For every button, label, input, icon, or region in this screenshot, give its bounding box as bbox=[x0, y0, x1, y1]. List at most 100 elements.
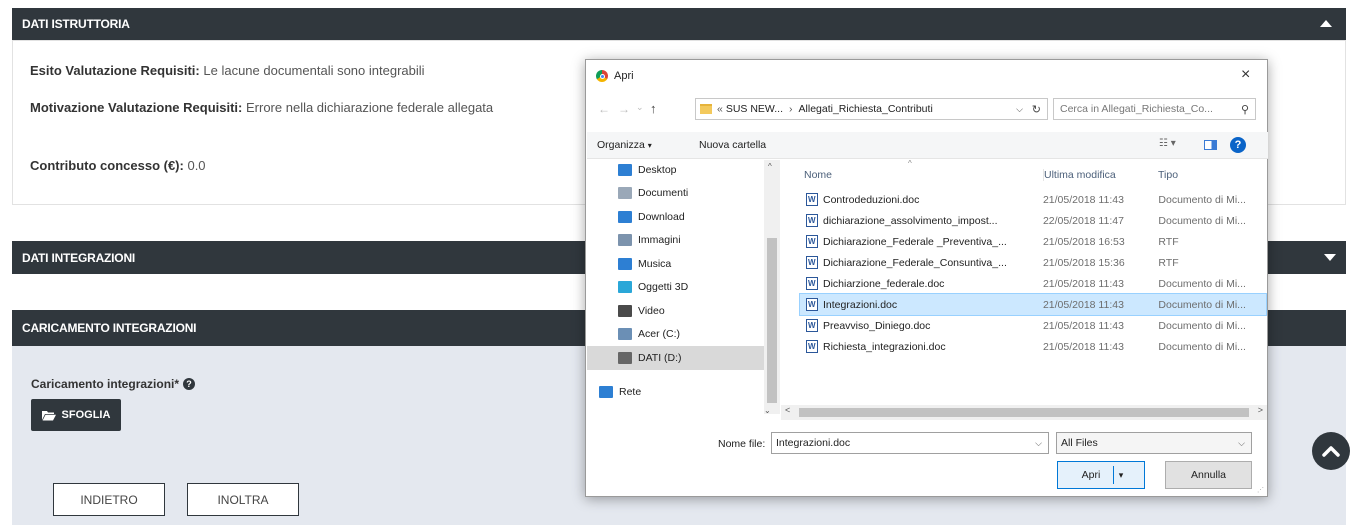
nav-scrollbar[interactable]: ^ bbox=[764, 160, 780, 414]
nav-item[interactable]: Download bbox=[587, 205, 764, 229]
nav-item[interactable]: Video bbox=[587, 299, 764, 323]
file-row[interactable]: Integrazioni.doc 21/05/2018 11:43 Document… bbox=[799, 293, 1267, 316]
file-row[interactable]: Dichiarazione_Federale_Consuntiva_... 21/… bbox=[800, 252, 1266, 273]
file-date: 21/05/2018 15:36 bbox=[1042, 256, 1125, 269]
network-icon bbox=[599, 385, 613, 398]
nav-item[interactable]: Acer (C:) bbox=[587, 323, 764, 347]
new-folder-button[interactable]: Nuova cartella bbox=[699, 139, 766, 151]
help-icon[interactable]: ? bbox=[1230, 137, 1246, 153]
file-type: RTF bbox=[1158, 256, 1179, 269]
collapse-icon[interactable] bbox=[1320, 20, 1332, 27]
help-icon[interactable]: ? bbox=[183, 378, 196, 390]
file-type-filter[interactable]: All Files ⌵ bbox=[1056, 432, 1252, 454]
objects3d-icon bbox=[618, 281, 632, 294]
file-name-cell: Dichiarazione_Federale _Preventiva_... bbox=[800, 235, 1033, 248]
chrome-icon bbox=[596, 70, 608, 82]
address-bar[interactable]: « SUS NEW... › Allegati_Richiesta_Contri… bbox=[695, 98, 1048, 120]
integrazioni-title: DATI INTEGRAZIONI bbox=[22, 250, 136, 265]
word-document-icon bbox=[806, 256, 818, 269]
forward-arrow-icon[interactable]: → bbox=[618, 102, 630, 116]
file-row[interactable]: dichiarazione_assolvimento_impost... 22/0… bbox=[800, 210, 1266, 231]
refresh-icon[interactable]: ↻ bbox=[1032, 103, 1041, 116]
file-row[interactable]: Controdeduzioni.doc 21/05/2018 11:43 Docum… bbox=[800, 189, 1266, 210]
file-name-cell: dichiarazione_assolvimento_impost... bbox=[800, 214, 1033, 227]
preview-pane-icon[interactable] bbox=[1204, 140, 1217, 150]
file-type: Documento di Mi... bbox=[1158, 193, 1246, 206]
file-row[interactable]: Dichiarazione_Federale _Preventiva_... 21… bbox=[800, 231, 1266, 252]
search-icon[interactable]: ⚲ bbox=[1241, 103, 1249, 116]
open-dropdown-icon[interactable]: ▾ bbox=[1113, 466, 1128, 484]
file-row[interactable]: Richiesta_integrazioni.doc 21/05/2018 11:… bbox=[800, 336, 1266, 357]
address-chevron-icon[interactable]: ⌵ bbox=[1016, 104, 1023, 115]
nav-item[interactable]: Rete bbox=[587, 380, 764, 404]
open-file-dialog: Apri × ← → ⌄ ↑ « SUS NEW... › Allegati_R… bbox=[585, 59, 1268, 497]
organize-label: Organizza bbox=[597, 139, 645, 151]
istruttoria-title: DATI ISTRUTTORIA bbox=[22, 17, 130, 31]
nav-item-label: Oggetti 3D bbox=[638, 281, 689, 294]
music-icon bbox=[618, 257, 632, 270]
file-date: 21/05/2018 16:53 bbox=[1042, 235, 1125, 248]
chevron-down-icon[interactable]: ⌵ bbox=[1238, 438, 1245, 449]
recent-chevron-icon[interactable]: ⌄ bbox=[636, 102, 644, 113]
path-part[interactable]: SUS NEW... bbox=[726, 103, 783, 115]
h-scrollbar[interactable]: ⌄ < > bbox=[764, 405, 1267, 420]
nav-item[interactable]: DATI (D:) bbox=[587, 346, 764, 370]
column-name[interactable]: Nome bbox=[804, 169, 832, 181]
upload-label-text: Caricamento integrazioni* bbox=[31, 377, 180, 391]
back-button[interactable]: INDIETRO bbox=[53, 483, 165, 516]
open-label: Apri bbox=[1081, 469, 1101, 481]
file-name: Integrazioni.doc bbox=[823, 298, 898, 311]
file-name: dichiarazione_assolvimento_impost... bbox=[823, 214, 998, 227]
column-modified[interactable]: Ultima modifica bbox=[1043, 169, 1116, 181]
field-label: Motivazione Valutazione Requisiti: bbox=[30, 100, 243, 115]
file-name: Richiesta_integrazioni.doc bbox=[823, 340, 946, 353]
view-options-icon[interactable]: ☷ ▾ bbox=[1159, 138, 1176, 149]
word-document-icon bbox=[806, 319, 818, 332]
file-date: 22/05/2018 11:47 bbox=[1042, 214, 1124, 227]
back-arrow-icon[interactable]: ← bbox=[598, 102, 610, 116]
istruttoria-header[interactable]: DATI ISTRUTTORIA bbox=[12, 8, 1346, 40]
up-arrow-icon[interactable]: ↑ bbox=[650, 101, 657, 116]
scroll-top-button[interactable] bbox=[1312, 432, 1350, 470]
organize-menu[interactable]: Organizza ▾ bbox=[597, 139, 652, 151]
file-type: Documento di Mi... bbox=[1158, 298, 1246, 311]
nav-item-label: Desktop bbox=[638, 163, 677, 176]
file-name: Controdeduzioni.doc bbox=[823, 193, 920, 206]
filename-input[interactable]: Integrazioni.doc ⌵ bbox=[771, 432, 1049, 454]
nav-item[interactable]: Immagini bbox=[587, 229, 764, 253]
file-date: 21/05/2018 11:43 bbox=[1042, 193, 1124, 206]
file-name-cell: Controdeduzioni.doc bbox=[800, 193, 1033, 206]
nav-item[interactable]: Oggetti 3D bbox=[587, 276, 764, 300]
field-value: Errore nella dichiarazione federale alle… bbox=[246, 100, 494, 115]
chevron-down-icon: ▾ bbox=[647, 141, 652, 150]
search-input[interactable]: Cerca in Allegati_Richiesta_Co... ⚲ bbox=[1053, 98, 1256, 120]
search-placeholder: Cerca in Allegati_Richiesta_Co... bbox=[1060, 103, 1213, 115]
browse-label: SFOGLIA bbox=[61, 409, 111, 421]
close-button[interactable]: × bbox=[1241, 66, 1250, 84]
field-value: Le lacune documentali sono integrabili bbox=[203, 63, 425, 78]
nav-item-label: Download bbox=[638, 210, 685, 223]
file-name: Dichiarzione_federale.doc bbox=[823, 277, 945, 290]
file-name-cell: Dichiarazione_Federale_Consuntiva_... bbox=[800, 256, 1033, 269]
video-icon bbox=[618, 304, 632, 317]
pictures-icon bbox=[618, 234, 632, 247]
cancel-button[interactable]: Annulla bbox=[1165, 461, 1252, 489]
nav-item[interactable]: Desktop bbox=[587, 158, 764, 182]
browse-button[interactable]: SFOGLIA bbox=[31, 399, 121, 431]
file-row[interactable]: Preavviso_Diniego.doc 21/05/2018 11:43 Doc… bbox=[800, 315, 1266, 336]
forward-button[interactable]: INOLTRA bbox=[187, 483, 299, 516]
nav-item[interactable]: Musica bbox=[587, 252, 764, 276]
field-label: Esito Valutazione Requisiti: bbox=[30, 63, 200, 78]
open-button[interactable]: Apri ▾ bbox=[1057, 461, 1145, 489]
nav-item[interactable]: Documenti bbox=[587, 182, 764, 206]
nav-item-label: Rete bbox=[619, 385, 642, 398]
column-type[interactable]: Tipo bbox=[1158, 169, 1178, 181]
drive-icon bbox=[618, 351, 632, 364]
path-part[interactable]: Allegati_Richiesta_Contributi bbox=[799, 103, 933, 115]
expand-icon[interactable] bbox=[1324, 254, 1336, 261]
file-name: Dichiarazione_Federale _Preventiva_... bbox=[823, 235, 1007, 248]
resize-grip-icon[interactable]: ⋰ bbox=[1257, 486, 1264, 494]
chevron-down-icon[interactable]: ⌵ bbox=[1035, 438, 1042, 449]
file-row[interactable]: Dichiarzione_federale.doc 21/05/2018 11:4… bbox=[800, 273, 1266, 294]
filter-value: All Files bbox=[1061, 437, 1098, 449]
